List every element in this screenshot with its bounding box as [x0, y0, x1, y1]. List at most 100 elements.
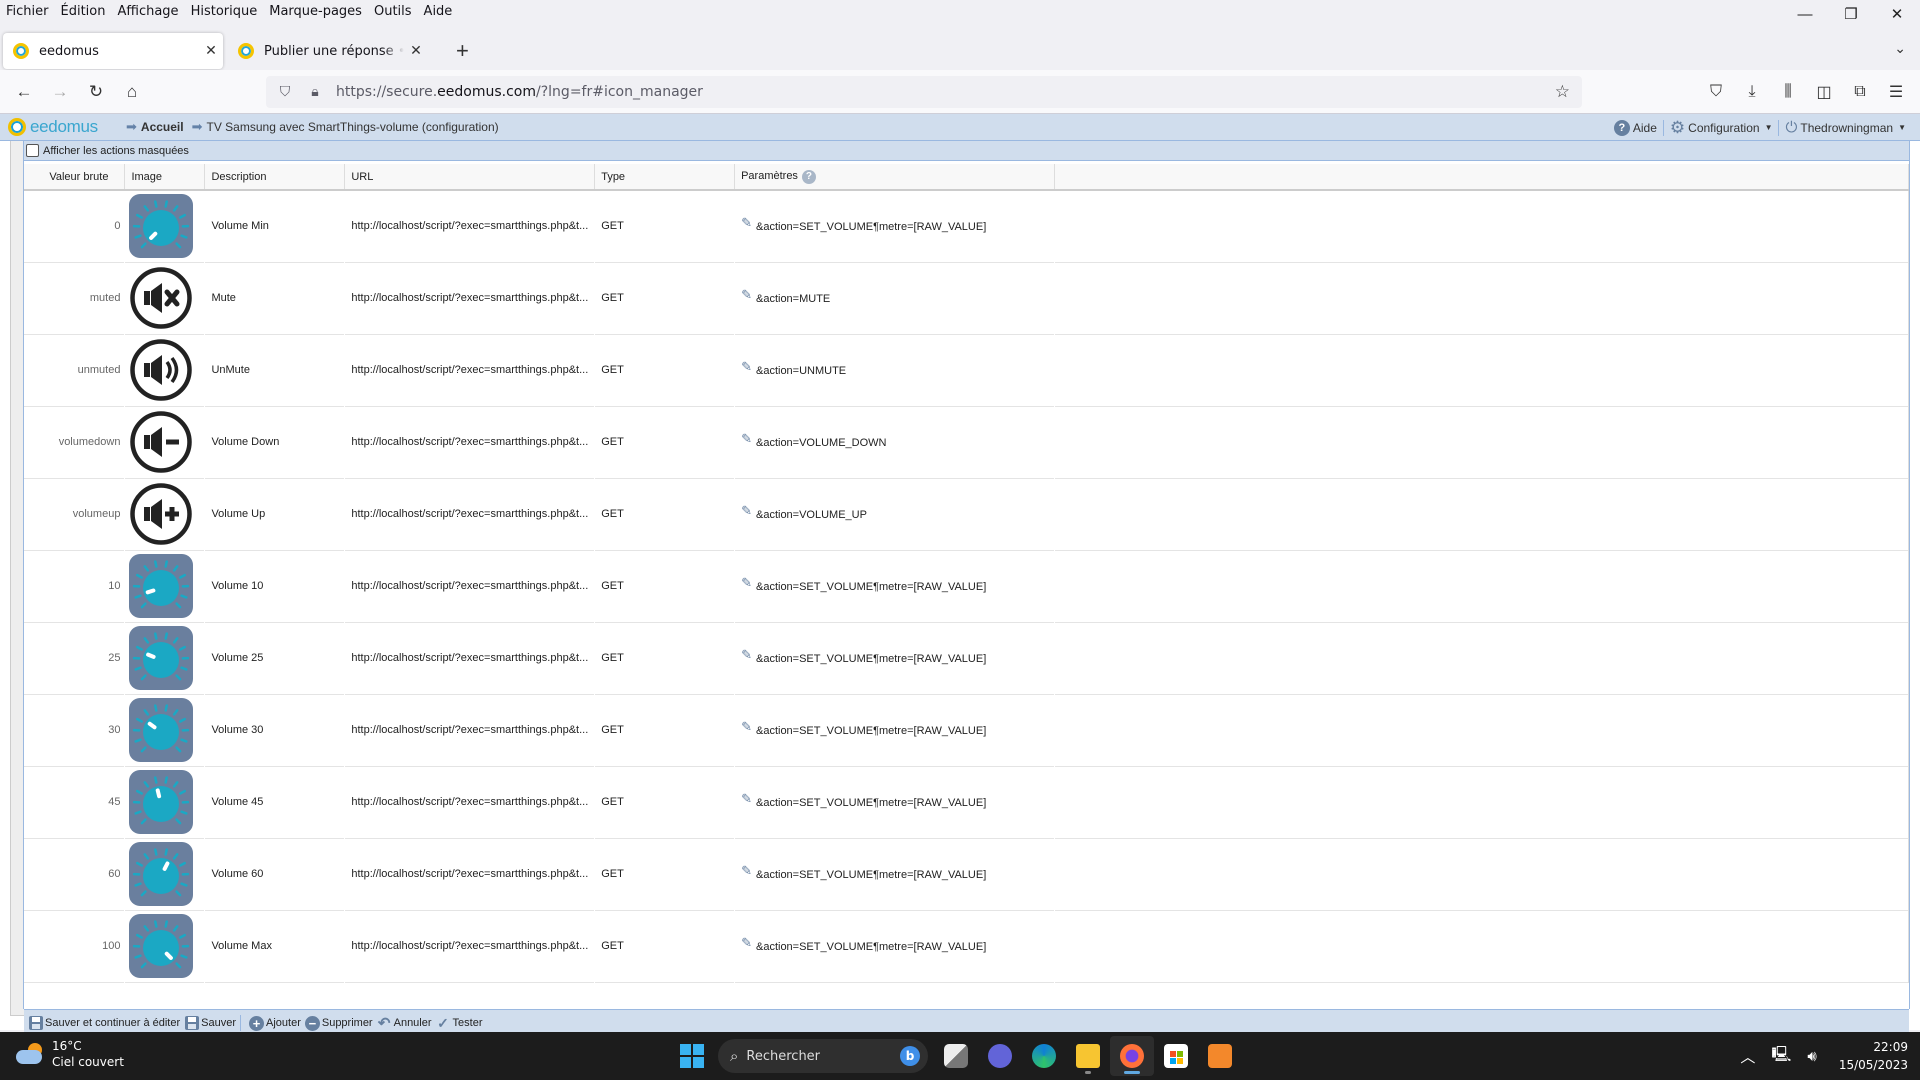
pencil-edit-icon[interactable]: ✎ — [741, 431, 752, 447]
column-header-type[interactable]: Type — [594, 164, 736, 190]
url-cell[interactable]: http://localhost/script/?exec=smartthing… — [344, 694, 596, 766]
volume-knob-icon[interactable] — [129, 554, 204, 618]
description-cell[interactable]: Volume 25 — [204, 622, 346, 694]
column-header-raw-value[interactable]: Valeur brute — [24, 164, 126, 190]
description-cell[interactable]: Volume Min — [204, 190, 346, 262]
description-cell[interactable]: Volume Up — [204, 478, 346, 550]
url-cell[interactable]: http://localhost/script/?exec=smartthing… — [344, 478, 596, 550]
back-button[interactable]: ← — [10, 78, 38, 106]
volume-knob-icon[interactable] — [129, 914, 204, 978]
image-cell[interactable] — [124, 334, 206, 406]
url-cell[interactable]: http://localhost/script/?exec=smartthing… — [344, 838, 596, 910]
image-cell[interactable] — [124, 622, 206, 694]
menu-marque-pages[interactable]: Marque-pages — [263, 4, 368, 19]
save-button[interactable]: Sauver — [184, 1016, 236, 1031]
help-icon[interactable]: ? — [801, 169, 816, 184]
restore-button[interactable]: ❐ — [1828, 0, 1874, 28]
network-icon[interactable]: 🖳︎ — [1771, 1044, 1791, 1069]
raw-value-cell[interactable]: volumedown — [24, 406, 126, 478]
user-menu[interactable]: ⏻ Thedrowningman ▼ — [1779, 119, 1912, 136]
test-button[interactable]: ✓ Tester — [436, 1015, 482, 1031]
volume-knob-icon[interactable] — [129, 626, 204, 690]
table-row[interactable]: volumeup Volume Up http://localhost/script… — [24, 478, 1910, 550]
type-cell[interactable]: GET — [594, 550, 736, 622]
add-button[interactable]: + Ajouter — [249, 1015, 301, 1031]
table-row[interactable]: unmuted UnMute http://localhost/script/?ex… — [24, 334, 1910, 406]
close-window-button[interactable]: ✕ — [1874, 0, 1920, 28]
pencil-edit-icon[interactable]: ✎ — [741, 791, 752, 807]
show-hidden-icons-chevron-icon[interactable]: ︿ — [1740, 1046, 1755, 1067]
raw-value-cell[interactable]: 0 — [24, 190, 126, 262]
table-row[interactable]: 60 Volume 60 http://localhost/script/?exec… — [24, 838, 1910, 910]
cancel-button[interactable]: ↶ Annuler — [377, 1015, 432, 1032]
library-icon[interactable]: ⫼ — [1770, 78, 1806, 106]
params-cell[interactable]: ✎ &action=SET_VOLUME¶metre=[RAW_VALUE] — [734, 190, 1055, 262]
image-cell[interactable] — [124, 262, 206, 334]
params-cell[interactable]: ✎ &action=SET_VOLUME¶metre=[RAW_VALUE] — [734, 694, 1055, 766]
type-cell[interactable]: GET — [594, 910, 736, 982]
raw-value-cell[interactable]: 10 — [24, 550, 126, 622]
column-header-url[interactable]: URL — [344, 164, 596, 190]
bookmark-star-icon[interactable]: ☆ — [1555, 82, 1570, 102]
raw-value-cell[interactable]: muted — [24, 262, 126, 334]
image-cell[interactable] — [124, 910, 206, 982]
bing-icon[interactable]: b — [900, 1046, 920, 1066]
show-hidden-checkbox[interactable] — [26, 144, 39, 157]
media-player-icon[interactable] — [1198, 1036, 1242, 1076]
menu-historique[interactable]: Historique — [185, 4, 264, 19]
lock-icon[interactable]: 🔒︎ — [306, 84, 324, 100]
params-cell[interactable]: ✎ &action=VOLUME_DOWN — [734, 406, 1055, 478]
url-cell[interactable]: http://localhost/script/?exec=smartthing… — [344, 190, 596, 262]
teams-icon[interactable] — [978, 1036, 1022, 1076]
image-cell[interactable] — [124, 406, 206, 478]
unmute-icon[interactable] — [129, 338, 204, 402]
type-cell[interactable]: GET — [594, 694, 736, 766]
image-cell[interactable] — [124, 478, 206, 550]
edge-icon[interactable] — [1022, 1036, 1066, 1076]
minimize-button[interactable]: — — [1782, 0, 1828, 28]
firefox-icon[interactable] — [1110, 1036, 1154, 1076]
table-row[interactable]: 45 Volume 45 http://localhost/script/?exec… — [24, 766, 1910, 838]
table-row[interactable]: 100 Volume Max http://localhost/script/?ex… — [24, 910, 1910, 982]
list-all-tabs-icon[interactable]: ⌄ — [1894, 40, 1906, 57]
pencil-edit-icon[interactable]: ✎ — [741, 863, 752, 879]
url-cell[interactable]: http://localhost/script/?exec=smartthing… — [344, 550, 596, 622]
volume-knob-icon[interactable] — [129, 770, 204, 834]
pencil-edit-icon[interactable]: ✎ — [741, 287, 752, 303]
table-row[interactable]: 25 Volume 25 http://localhost/script/?exec… — [24, 622, 1910, 694]
type-cell[interactable]: GET — [594, 766, 736, 838]
tab-forum[interactable]: Publier une réponse • Forum eedomus ✕ — [228, 33, 428, 69]
type-cell[interactable]: GET — [594, 838, 736, 910]
type-cell[interactable]: GET — [594, 262, 736, 334]
table-row[interactable]: volumedown Volume Down http://localhost/sc… — [24, 406, 1910, 478]
params-cell[interactable]: ✎ &action=VOLUME_UP — [734, 478, 1055, 550]
store-icon[interactable] — [1154, 1036, 1198, 1076]
volume-knob-icon[interactable] — [129, 842, 204, 906]
url-cell[interactable]: http://localhost/script/?exec=smartthing… — [344, 334, 596, 406]
raw-value-cell[interactable]: 45 — [24, 766, 126, 838]
params-cell[interactable]: ✎ &action=MUTE — [734, 262, 1055, 334]
raw-value-cell[interactable]: volumeup — [24, 478, 126, 550]
weather-widget[interactable]: 16°C Ciel couvert — [16, 1038, 124, 1070]
image-cell[interactable] — [124, 550, 206, 622]
pencil-edit-icon[interactable]: ✎ — [741, 503, 752, 519]
table-row[interactable]: 10 Volume 10 http://localhost/script/?exec… — [24, 550, 1910, 622]
type-cell[interactable]: GET — [594, 622, 736, 694]
raw-value-cell[interactable]: 60 — [24, 838, 126, 910]
menu-aide[interactable]: Aide — [418, 4, 459, 19]
menu-outils[interactable]: Outils — [368, 4, 418, 19]
configuration-menu[interactable]: ⚙ Configuration ▼ — [1664, 118, 1779, 138]
home-button[interactable]: ⌂ — [118, 78, 146, 106]
url-cell[interactable]: http://localhost/script/?exec=smartthing… — [344, 406, 596, 478]
menu-édition[interactable]: Édition — [55, 4, 112, 19]
column-header-description[interactable]: Description — [204, 164, 346, 190]
file-explorer-icon[interactable] — [1066, 1036, 1110, 1076]
show-hidden-label[interactable]: Afficher les actions masquées — [43, 145, 189, 157]
pencil-edit-icon[interactable]: ✎ — [741, 935, 752, 951]
table-row[interactable]: 0 Volume Min http://localhost/script/?exec… — [24, 190, 1910, 262]
table-row[interactable]: muted Mute http://localhost/script/?exec=s… — [24, 262, 1910, 334]
tracking-protection-icon[interactable]: ⛉ — [276, 84, 294, 100]
taskbar-search[interactable]: ⌕ Rechercher b — [718, 1039, 928, 1073]
params-cell[interactable]: ✎ &action=SET_VOLUME¶metre=[RAW_VALUE] — [734, 910, 1055, 982]
type-cell[interactable]: GET — [594, 478, 736, 550]
